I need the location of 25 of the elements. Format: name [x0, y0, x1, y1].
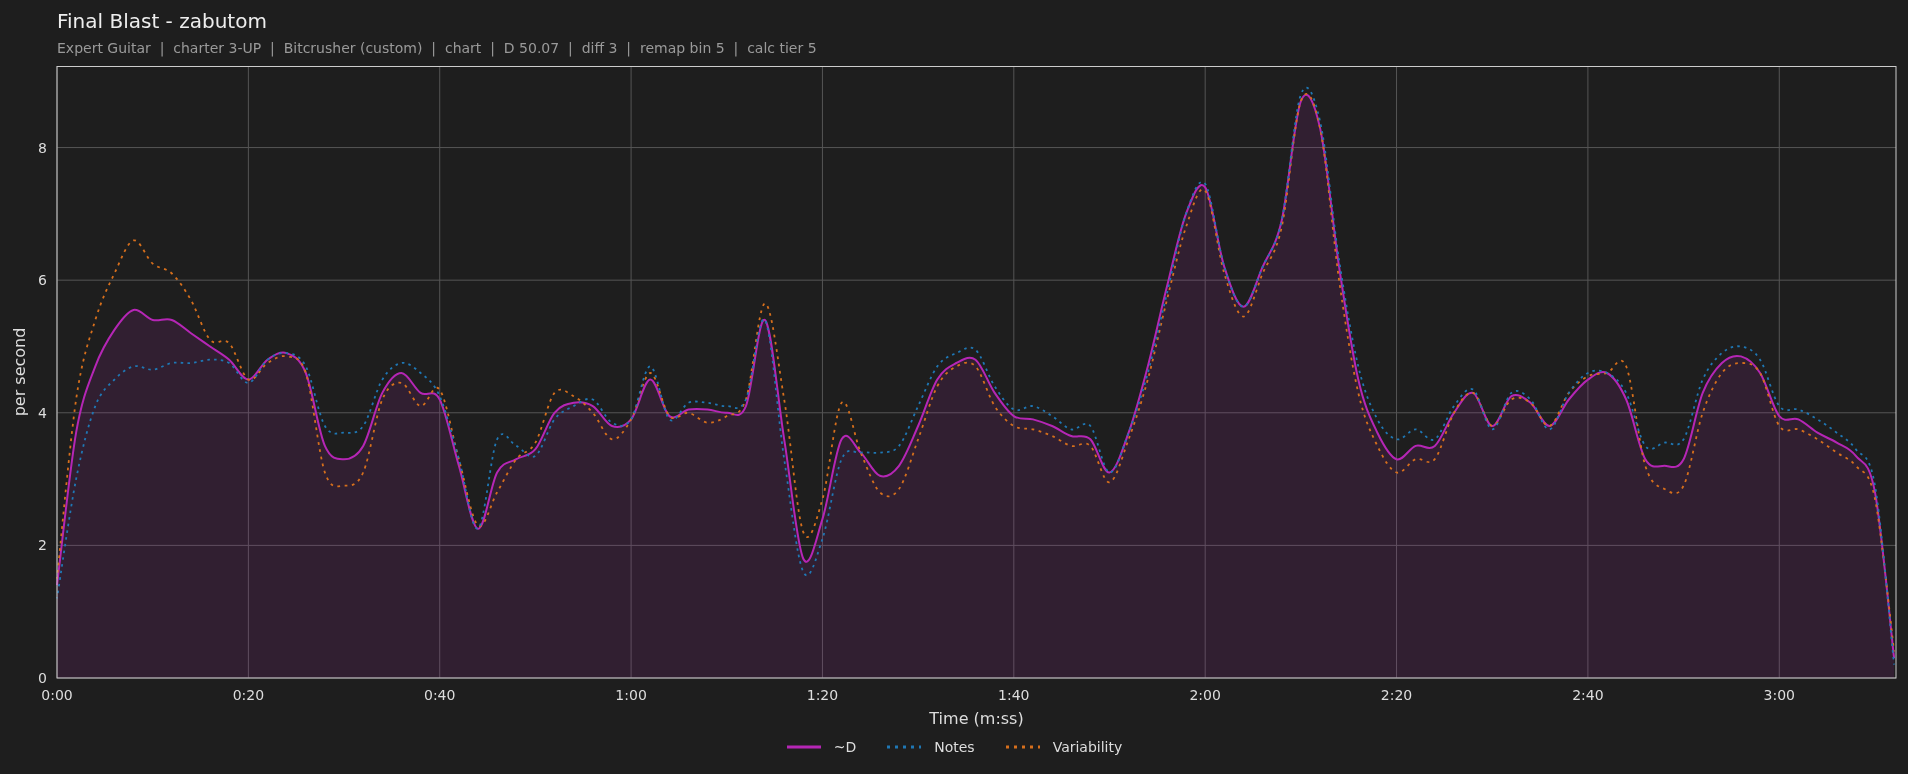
y-axis-label: per second [10, 327, 29, 417]
x-tick-label: 1:00 [615, 687, 647, 703]
y-tick-label: 8 [38, 139, 47, 156]
x-tick-label: 0:20 [232, 687, 265, 703]
x-tick-label: 2:40 [1572, 687, 1604, 703]
y-tick-label: 4 [38, 404, 47, 421]
x-tick-label: 0:00 [41, 687, 73, 703]
chart-title: Final Blast - zabutom [56, 8, 268, 34]
legend-label: Variability [1052, 739, 1123, 755]
legend-label: ~D [833, 739, 857, 755]
chart-subtitle: Expert Guitar | charter 3-UP | Bitcrusher (custom) | chart | D 50.07 | diff 3 | remap bin 5 | calc tier 5 [56, 39, 818, 58]
x-tick-label: 1:40 [998, 687, 1030, 703]
y-tick-label: 0 [38, 670, 47, 686]
y-tick-label: 6 [38, 272, 47, 289]
x-axis-label: Time (m:ss) [929, 709, 1024, 728]
x-tick-label: 0:40 [424, 687, 456, 703]
legend-swatch-icon [1004, 745, 1041, 749]
legend-swatch-icon [886, 745, 923, 749]
x-tick-label: 3:00 [1763, 687, 1795, 703]
x-tick-label: 1:20 [806, 687, 839, 703]
legend-label: Notes [934, 739, 975, 755]
x-tick-label: 2:20 [1380, 687, 1413, 703]
y-tick-label: 2 [38, 537, 47, 554]
x-tick-label: 2:00 [1189, 687, 1221, 703]
legend-swatch-icon [785, 745, 822, 749]
